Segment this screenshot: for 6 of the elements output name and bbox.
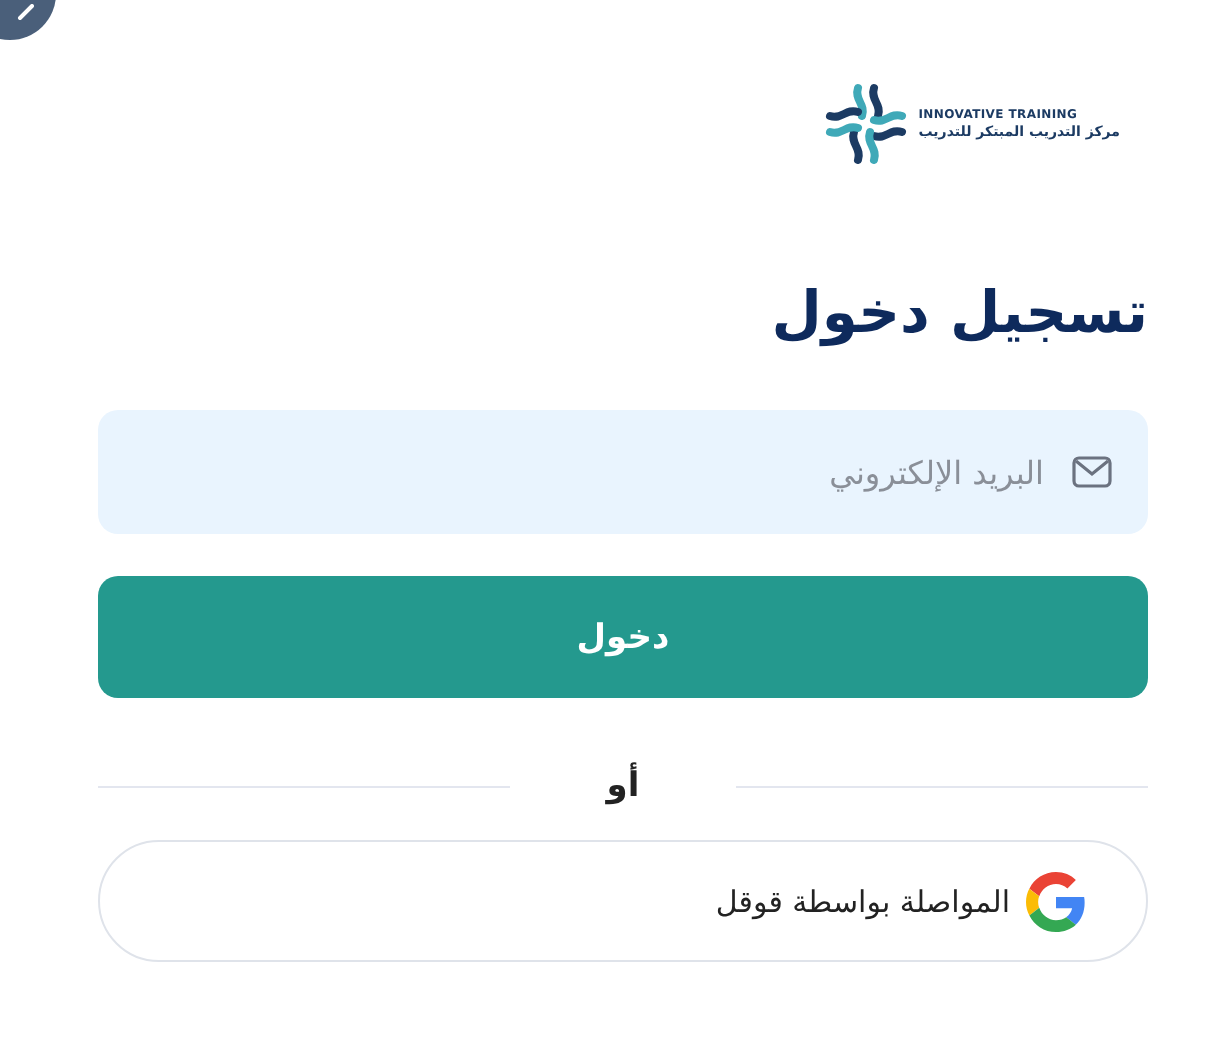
email-field[interactable]: البريد الإلكتروني <box>98 410 1148 534</box>
logo-icon <box>822 80 911 168</box>
google-icon <box>1026 871 1086 931</box>
page-title: تسجيل دخول <box>769 278 1148 346</box>
divider-label: أو <box>606 766 640 806</box>
google-button[interactable]: المواصلة بواسطة قوقل <box>98 840 1148 962</box>
